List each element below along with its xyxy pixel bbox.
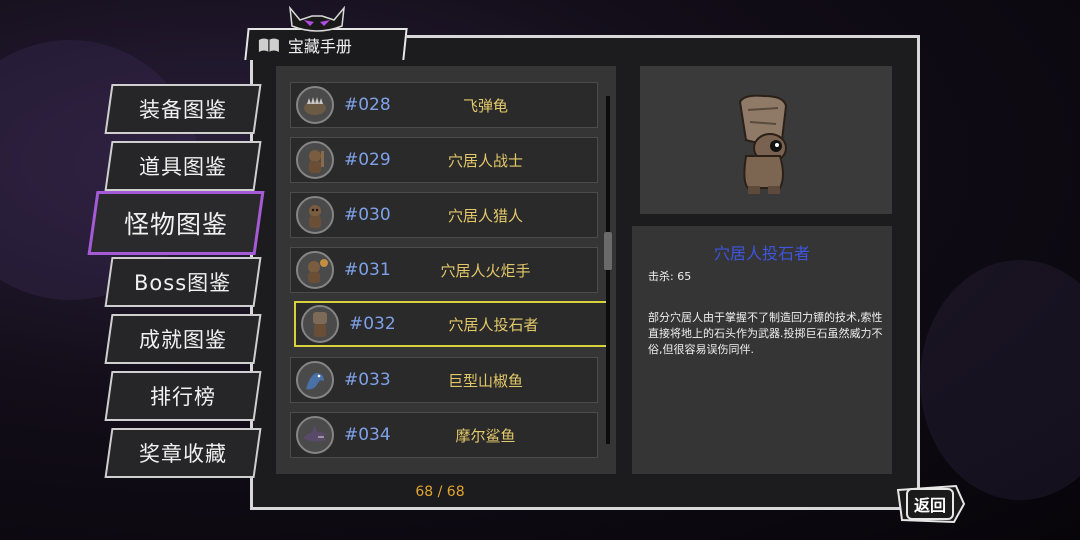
caveman-warrior-icon xyxy=(296,141,334,179)
monster-list: #028 飞弹龟 #029 穴居人战士 #030 穴居人猎人 #031 穴居人火… xyxy=(276,66,616,474)
nav-monsters[interactable]: 怪物图鉴 xyxy=(87,191,265,255)
caveman-torch-icon xyxy=(296,251,334,289)
page-counter: 68 / 68 xyxy=(415,484,465,500)
scrollbar-thumb[interactable] xyxy=(604,232,612,270)
page-title: 宝藏手册 xyxy=(287,37,352,56)
monster-number: #034 xyxy=(344,425,391,445)
back-button[interactable]: 返回 xyxy=(896,484,966,524)
back-label: 返回 xyxy=(905,488,954,520)
title-tab: 宝藏手册 xyxy=(244,28,408,60)
monster-name: 穴居人火炬手 xyxy=(440,261,531,280)
shark-icon xyxy=(296,416,334,454)
monster-number: #029 xyxy=(344,150,391,170)
monster-number: #032 xyxy=(349,314,396,334)
monster-name: 摩尔鲨鱼 xyxy=(455,426,516,445)
nav-medals[interactable]: 奖章收藏 xyxy=(104,428,262,478)
demon-horns-icon xyxy=(289,6,345,32)
nav-equipment[interactable]: 装备图鉴 xyxy=(104,84,262,134)
caveman-thrower-portrait xyxy=(738,94,788,194)
nav-items[interactable]: 道具图鉴 xyxy=(104,141,262,191)
book-icon xyxy=(258,38,279,52)
nav-label: 道具图鉴 xyxy=(139,155,227,179)
monster-name: 穴居人猎人 xyxy=(447,206,523,225)
caveman-thrower-icon xyxy=(301,305,339,343)
nav-label: 成就图鉴 xyxy=(139,328,227,352)
monster-detail-name: 穴居人投石者 xyxy=(713,244,810,263)
monster-name: 巨型山椒鱼 xyxy=(447,371,523,390)
nav-achievements[interactable]: 成就图鉴 xyxy=(104,314,262,364)
salamander-icon xyxy=(296,361,334,399)
nav-label: 怪物图鉴 xyxy=(123,210,228,239)
monster-number: #030 xyxy=(344,205,391,225)
monster-description: 部分穴居人由于掌握不了制造回力镖的技术,索性直接将地上的石头作为武器.投掷巨石虽… xyxy=(648,311,883,356)
nav-boss[interactable]: Boss图鉴 xyxy=(104,257,262,307)
turtle-icon xyxy=(296,86,334,124)
list-item[interactable]: #034 摩尔鲨鱼 xyxy=(290,412,598,458)
list-item[interactable]: #030 穴居人猎人 xyxy=(290,192,598,238)
list-item[interactable]: #031 穴居人火炬手 xyxy=(290,247,598,293)
background-glow xyxy=(920,260,1080,500)
list-item-selected[interactable]: #032 穴居人投石者 xyxy=(294,301,610,347)
monster-number: #033 xyxy=(344,370,391,390)
monster-info-panel: 穴居人投石者 击杀: 65 部分穴居人由于掌握不了制造回力镖的技术,索性直接将地… xyxy=(632,226,892,474)
monster-number: #031 xyxy=(344,260,391,280)
monster-name: 穴居人战士 xyxy=(447,151,523,170)
list-item[interactable]: #029 穴居人战士 xyxy=(290,137,598,183)
monster-number: #028 xyxy=(344,95,391,115)
list-item[interactable]: #033 巨型山椒鱼 xyxy=(290,357,598,403)
monster-name: 飞弹龟 xyxy=(462,96,508,115)
nav-leaderboard[interactable]: 排行榜 xyxy=(104,371,262,421)
nav-label: 装备图鉴 xyxy=(139,98,227,122)
nav-label: 奖章收藏 xyxy=(139,442,227,466)
monster-name: 穴居人投石者 xyxy=(448,315,539,334)
nav-label: Boss图鉴 xyxy=(134,271,232,295)
scrollbar-track[interactable] xyxy=(606,96,610,444)
list-item[interactable]: #028 飞弹龟 xyxy=(290,82,598,128)
monster-portrait-panel xyxy=(640,66,892,214)
caveman-hunter-icon xyxy=(296,196,334,234)
nav-label: 排行榜 xyxy=(150,385,216,409)
kill-count: 击杀: 65 xyxy=(648,270,692,283)
